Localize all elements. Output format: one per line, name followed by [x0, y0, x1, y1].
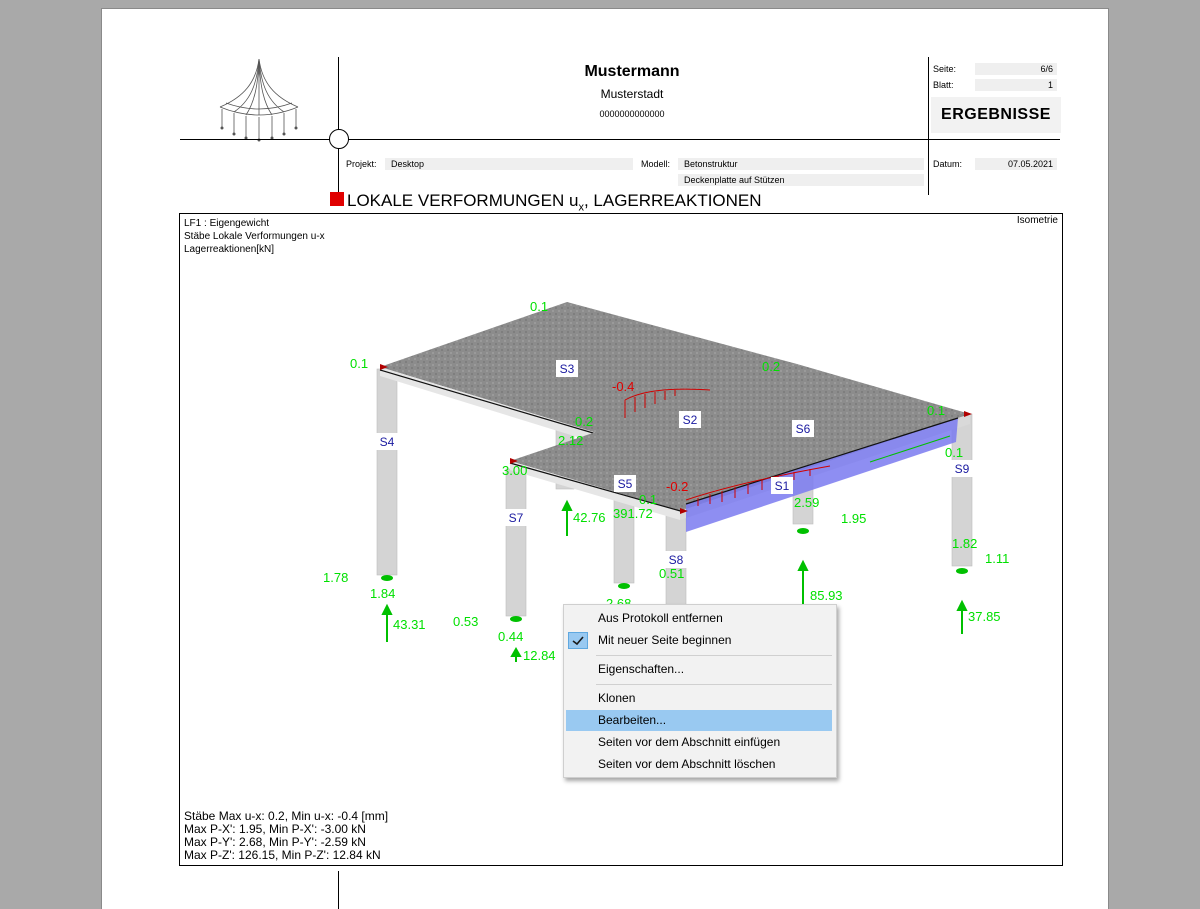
member-label-s2: S2: [679, 411, 701, 428]
result-value-label: 1.95: [841, 511, 866, 526]
svg-text:S6: S6: [796, 422, 811, 436]
result-value-label: 42.76: [573, 510, 606, 525]
member-label-s3: S3: [556, 360, 578, 377]
context-menu: Aus Protokoll entfernen Mit neuer Seite …: [563, 604, 837, 778]
menu-item-remove-from-report[interactable]: Aus Protokoll entfernen: [566, 608, 832, 629]
datum-value: 07.05.2021: [975, 158, 1057, 170]
svg-text:S5: S5: [618, 477, 633, 491]
member-label-s6: S6: [792, 420, 814, 437]
checkmark-icon: [568, 632, 588, 649]
result-value-label: 0.1: [530, 299, 548, 314]
result-value-label: 2.59: [794, 495, 819, 510]
result-value-label: 1.84: [370, 586, 395, 601]
svg-text:S1: S1: [775, 479, 790, 493]
summary-block: Stäbe Max u-x: 0.2, Min u-x: -0.4 [mm] M…: [184, 810, 388, 862]
menu-item-insert-pages-before[interactable]: Seiten vor dem Abschnitt einfügen: [566, 732, 832, 753]
company-city: Musterstadt: [600, 87, 664, 101]
section-marker-icon: [330, 192, 344, 206]
seite-value: 6/6: [975, 63, 1057, 75]
result-value-label: 1.82: [952, 536, 977, 551]
result-value-label: 0.53: [453, 614, 478, 629]
member-label-s4: S4: [376, 433, 398, 450]
result-value-label: 0.1: [927, 403, 945, 418]
result-value-label: 0.1: [639, 492, 657, 507]
company-name: Mustermann: [584, 63, 680, 80]
member-label-s5: S5: [614, 475, 636, 492]
result-value-label: 0.2: [762, 359, 780, 374]
projekt-label: Projekt:: [346, 159, 377, 169]
result-value-label: 1.11: [985, 551, 1009, 566]
modell-label: Modell:: [641, 159, 671, 169]
svg-text:S2: S2: [683, 413, 698, 427]
result-value-label: 85.93: [810, 588, 843, 603]
datum-label: Datum:: [933, 159, 963, 169]
blatt-label: Blatt:: [933, 80, 954, 90]
result-value-label: 0.2: [575, 414, 593, 429]
tent-logo-icon: [219, 58, 299, 142]
svg-text:S9: S9: [955, 462, 970, 476]
result-value-label: 43.31: [393, 617, 426, 632]
result-value-label: 0.51: [659, 566, 684, 581]
menu-separator: [596, 684, 832, 685]
result-value-label: 12.84: [523, 648, 556, 663]
result-value-label: -0.4: [612, 379, 634, 394]
section-badge: ERGEBNISSE: [931, 97, 1061, 133]
result-value-label: 3.00: [502, 463, 527, 478]
projekt-value: Desktop: [385, 158, 633, 170]
svg-text:S7: S7: [509, 511, 524, 525]
company-number: 0000000000000: [599, 109, 665, 119]
result-value-label: 391.72: [613, 506, 653, 521]
result-value-label: 2.12: [558, 433, 583, 448]
menu-item-edit[interactable]: Bearbeiten...: [566, 710, 832, 731]
result-value-label: 0.1: [945, 445, 963, 460]
result-value-label: 0.1: [350, 356, 368, 371]
modell-description: Deckenplatte auf Stützen: [678, 174, 924, 186]
menu-item-start-new-page[interactable]: Mit neuer Seite beginnen: [566, 630, 832, 651]
result-value-label: -0.2: [666, 479, 688, 494]
result-value-label: 37.85: [968, 609, 1001, 624]
result-value-label: 0.44: [498, 629, 523, 644]
member-label-s1: S1: [771, 477, 793, 494]
svg-text:S3: S3: [560, 362, 575, 376]
result-value-label: 1.78: [323, 570, 348, 585]
member-label-s9: S9: [951, 460, 973, 477]
summary-line: Max P-Z': 126.15, Min P-Z': 12.84 kN: [184, 848, 381, 862]
member-label-s7: S7: [505, 509, 527, 526]
menu-item-label: Mit neuer Seite beginnen: [598, 633, 732, 647]
svg-text:S4: S4: [380, 435, 395, 449]
menu-item-properties[interactable]: Eigenschaften...: [566, 659, 832, 680]
menu-separator: [596, 655, 832, 656]
menu-item-delete-pages-before[interactable]: Seiten vor dem Abschnitt löschen: [566, 754, 832, 775]
menu-item-clone[interactable]: Klonen: [566, 688, 832, 709]
section-title: LOKALE VERFORMUNGEN ux, LAGERREAKTIONEN: [347, 191, 762, 214]
svg-text:S8: S8: [669, 553, 684, 567]
modell-value: Betonstruktur: [678, 158, 924, 170]
blatt-value: 1: [975, 79, 1057, 91]
seite-label: Seite:: [933, 64, 957, 74]
